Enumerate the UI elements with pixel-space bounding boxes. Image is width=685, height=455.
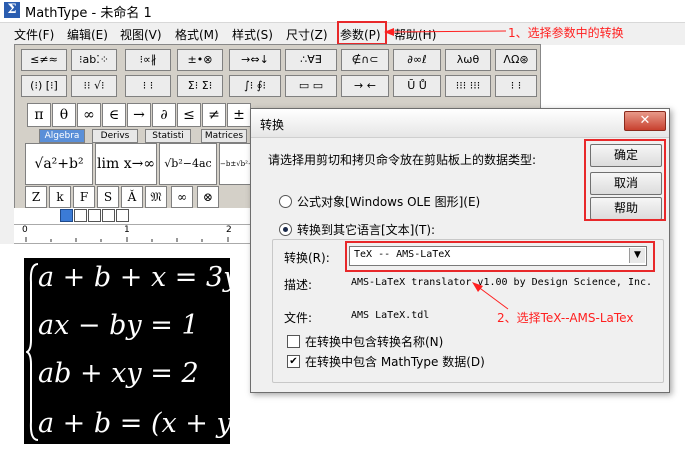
greek-lower-palette-button[interactable]: λωθ — [445, 49, 491, 71]
symbol-leq[interactable]: ≤ — [177, 103, 201, 127]
menu-file[interactable]: 文件(F) — [14, 26, 54, 43]
tab-stop-center-icon[interactable] — [74, 209, 87, 222]
misc-palette-button[interactable]: ∂∞ℓ — [393, 49, 441, 71]
equation-line-3: ab + xy = 2 — [38, 358, 199, 389]
symbol-partial[interactable]: ∂ — [152, 103, 176, 127]
equation-line-1: a + b + x = 3y — [38, 262, 239, 293]
checkbox-include-name-label[interactable]: 在转换中包含转换名称(N) — [305, 333, 443, 350]
template-sqrt-sum-squares[interactable]: √a²+b² — [25, 143, 93, 185]
file-label: 文件: — [284, 311, 313, 325]
embellishments-palette-button[interactable]: ⁝∝∦ — [125, 49, 171, 71]
dialog-title: 转换 — [260, 118, 285, 132]
labeled-arrows-palette-button[interactable]: → ← — [341, 75, 389, 97]
fractions-palette-button[interactable]: ⁝⁝ √⁝ — [71, 75, 117, 97]
products-palette-button[interactable]: Ū Ů — [393, 75, 441, 97]
annotation-arrow-1 — [384, 28, 507, 36]
symbol-pi[interactable]: π — [27, 103, 51, 127]
operators-palette-button[interactable]: ±•⊗ — [177, 49, 223, 71]
tab-matrices[interactable]: Matrices — [201, 129, 247, 143]
integrals-palette-button[interactable]: ∫⁝ ∮⁝ — [229, 75, 281, 97]
symbol-element-of[interactable]: ∈ — [102, 103, 126, 127]
dialog-title-bar: 转换 ✕ — [251, 109, 669, 138]
small-symbol-k[interactable]: k — [49, 186, 71, 208]
radio-convert-text-label[interactable]: 转换到其它语言[文本](T): — [297, 221, 439, 238]
tab-statistics[interactable]: Statisti — [145, 129, 191, 143]
tab-derivs[interactable]: Derivs — [92, 129, 138, 143]
template-discriminant[interactable]: √b²−4ac — [159, 143, 217, 185]
template-limit[interactable]: lim x→∞ — [95, 143, 157, 185]
checkbox-include-mathtype-data[interactable]: ✔ — [287, 355, 300, 368]
radio-formula-object-label[interactable]: 公式对象[Windows OLE 图形](E) — [297, 193, 480, 210]
tab-stop-right-icon[interactable] — [88, 209, 101, 222]
highlight-box-select — [345, 241, 655, 272]
highlight-box-buttons — [584, 139, 666, 221]
convert-dialog: 转换 ✕ 请选择用剪切和拷贝命令放在剪贴板上的数据类型: 确定 取消 帮助 公式… — [250, 108, 670, 393]
left-margin — [0, 44, 14, 244]
relations-palette-button[interactable]: ≤≠≈ — [21, 49, 67, 71]
tab-stop-bar — [14, 208, 258, 222]
arrows-palette-button[interactable]: →⇔↓ — [229, 49, 281, 71]
menu-size[interactable]: 尺寸(Z) — [286, 26, 328, 43]
spaces-palette-button[interactable]: ⁝ab⁚⁘ — [71, 49, 117, 71]
greek-upper-palette-button[interactable]: ΛΩ⊛ — [495, 49, 537, 71]
menu-style[interactable]: 样式(S) — [232, 26, 273, 43]
file-value: AMS LaTeX.tdl — [351, 310, 430, 321]
description-label: 描述: — [284, 278, 313, 292]
symbol-neq[interactable]: ≠ — [202, 103, 226, 127]
mathtype-icon: Σ — [4, 2, 20, 18]
menu-view[interactable]: 视图(V) — [120, 26, 162, 43]
small-symbol-otimes[interactable]: ⊗ — [197, 186, 219, 208]
small-symbol-f[interactable]: F — [73, 186, 95, 208]
small-symbol-a-caron[interactable]: Ǎ — [121, 186, 143, 208]
tab-stop-relational-icon[interactable] — [102, 209, 115, 222]
ruler-ticks — [25, 237, 254, 242]
small-symbol-z[interactable]: Z — [25, 186, 47, 208]
logic-palette-button[interactable]: ∴∀∃ — [285, 49, 337, 71]
bars-palette-button[interactable]: ▭ ▭ — [285, 75, 337, 97]
menu-format[interactable]: 格式(M) — [175, 26, 219, 43]
equation-line-2: ax − by = 1 — [38, 310, 199, 341]
annotation-step2: 2、选择TeX--AMS-LaTex — [497, 311, 634, 325]
checkbox-include-mathtype-data-label[interactable]: 在转换中包含 MathType 数据(D) — [305, 353, 485, 370]
boxes-palette-button[interactable]: ⁝ ⁝ — [495, 75, 537, 97]
small-symbol-s[interactable]: S — [97, 186, 119, 208]
tab-algebra[interactable]: Algebra — [39, 129, 85, 143]
radio-convert-text[interactable] — [279, 223, 292, 236]
symbol-plusminus[interactable]: ± — [227, 103, 251, 127]
equation-editing-area[interactable]: a + b + x = 3y ax − by = 1 ab + xy = 2 a… — [24, 258, 253, 444]
annotation-step1: 1、选择参数中的转换 — [508, 26, 624, 40]
checkbox-include-name[interactable] — [287, 335, 300, 348]
menu-edit[interactable]: 编辑(E) — [67, 26, 108, 43]
symbol-theta[interactable]: θ — [52, 103, 76, 127]
close-icon[interactable]: ✕ — [624, 111, 666, 131]
small-symbol-infinity[interactable]: ∞ — [171, 186, 193, 208]
small-symbol-fraktur-m[interactable]: 𝔐 — [145, 186, 167, 208]
window-title: MathType - 未命名 1 — [25, 6, 152, 21]
annotation-arrow-2 — [472, 282, 509, 310]
tab-stop-decimal-icon[interactable] — [116, 209, 129, 222]
tab-stop-left-icon[interactable] — [60, 209, 73, 222]
sets-palette-button[interactable]: ∉∩⊂ — [341, 49, 389, 71]
dialog-prompt: 请选择用剪切和拷贝命令放在剪贴板上的数据类型: — [268, 153, 537, 167]
symbol-arrow[interactable]: → — [127, 103, 151, 127]
ruler[interactable]: 0 1 2 — [14, 224, 258, 244]
sums-palette-button[interactable]: Σ⁝ Σ⁝ — [177, 75, 223, 97]
matrices-palette-button[interactable]: ⁝⁝⁝ ⁝⁝⁝ — [445, 75, 491, 97]
subscripts-palette-button[interactable]: ⁝ ⁝ — [125, 75, 171, 97]
highlight-box-preferences — [337, 21, 387, 45]
fences-palette-button[interactable]: (⁝) [⁝] — [21, 75, 67, 97]
radio-formula-object[interactable] — [279, 195, 292, 208]
convert-label: 转换(R): — [284, 251, 330, 265]
equation-line-4: a + b = (x + y)² — [38, 408, 254, 439]
symbol-infinity[interactable]: ∞ — [77, 103, 101, 127]
title-bar: Σ MathType - 未命名 1 — [0, 0, 685, 21]
